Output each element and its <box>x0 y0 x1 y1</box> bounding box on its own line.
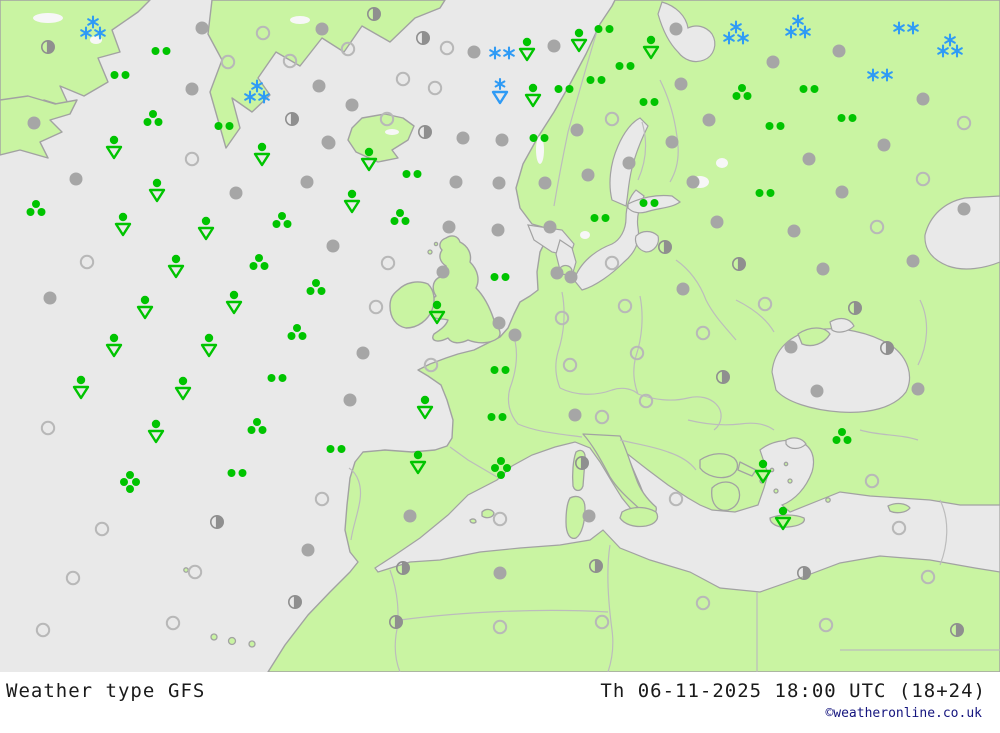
overcast-icon <box>491 223 505 237</box>
overcast-icon <box>877 138 891 152</box>
overcast-icon <box>581 168 595 182</box>
overcast-icon <box>766 55 780 69</box>
overcast-icon <box>543 220 557 234</box>
overcast-icon <box>300 175 314 189</box>
overcast-icon <box>906 254 920 268</box>
overcast-icon <box>957 202 971 216</box>
overcast-icon <box>835 185 849 199</box>
overcast-icon <box>69 172 83 186</box>
overcast-icon <box>493 566 507 580</box>
overcast-icon <box>356 346 370 360</box>
overcast-icon <box>832 44 846 58</box>
overcast-icon <box>312 79 326 93</box>
land-aegean-island <box>773 488 779 494</box>
overcast-icon <box>456 131 470 145</box>
land-hebrides <box>433 241 439 247</box>
overcast-icon <box>802 152 816 166</box>
land-canary-island <box>248 640 256 648</box>
caption-bar: Weather type GFS Th 06-11-2025 18:00 UTC… <box>0 672 1000 733</box>
datetime-label: Th 06-11-2025 18:00 UTC (18+24) <box>600 680 986 702</box>
land-cyprus <box>887 502 911 514</box>
land-canary-island <box>227 636 237 646</box>
land-ibiza <box>469 518 477 524</box>
sweden-lake-vanern <box>580 231 590 239</box>
product-label: Weather type <box>6 680 156 702</box>
land-aegean-island <box>783 461 789 467</box>
overcast-icon <box>195 21 209 35</box>
russia-lake-onega <box>716 158 728 168</box>
overcast-icon <box>229 186 243 200</box>
land-sicily <box>619 506 659 528</box>
overcast-icon <box>442 220 456 234</box>
overcast-icon <box>467 45 481 59</box>
overcast-icon <box>570 123 584 137</box>
map-area <box>0 0 1000 672</box>
svalbard-ice-patch <box>290 16 310 24</box>
land-mallorca <box>481 508 495 519</box>
iceland-glacier-patch <box>385 129 399 135</box>
copyright-link[interactable]: ©weatheronline.co.uk <box>825 706 982 721</box>
overcast-icon <box>674 77 688 91</box>
overcast-icon <box>564 270 578 284</box>
overcast-icon <box>27 116 41 130</box>
overcast-icon <box>185 82 199 96</box>
land-aegean-island <box>787 478 793 484</box>
land-madeira <box>183 567 189 573</box>
overcast-icon <box>550 266 564 280</box>
overcast-icon <box>710 215 724 229</box>
overcast-icon <box>669 22 683 36</box>
overcast-icon <box>538 176 552 190</box>
overcast-icon <box>315 22 329 36</box>
overcast-icon <box>702 113 716 127</box>
weather-map-page: Weather type GFS Th 06-11-2025 18:00 UTC… <box>0 0 1000 733</box>
overcast-icon <box>495 133 509 147</box>
overcast-icon <box>676 282 690 296</box>
overcast-icon <box>492 176 506 190</box>
overcast-icon <box>568 408 582 422</box>
land-rhodes <box>825 497 831 503</box>
overcast-icon <box>301 543 315 557</box>
overcast-icon <box>403 509 417 523</box>
overcast-icon <box>547 39 561 53</box>
europe-weather-map <box>0 0 1000 672</box>
overcast-icon <box>916 92 930 106</box>
overcast-icon <box>345 98 359 112</box>
land-hebrides <box>427 249 433 255</box>
overcast-icon <box>326 239 340 253</box>
overcast-icon <box>810 384 824 398</box>
overcast-icon <box>622 156 636 170</box>
overcast-icon <box>43 291 57 305</box>
overcast-icon <box>492 316 506 330</box>
land-peloponnese <box>711 481 741 511</box>
overcast-icon <box>582 509 596 523</box>
overcast-icon <box>816 262 830 276</box>
overcast-icon <box>686 175 700 189</box>
overcast-icon <box>449 175 463 189</box>
overcast-icon <box>436 265 450 279</box>
greenland-icecap-patch <box>33 13 63 23</box>
overcast-icon <box>508 328 522 342</box>
overcast-icon <box>665 135 679 149</box>
model-label: GFS <box>168 680 206 702</box>
overcast-icon <box>787 224 801 238</box>
land-canary-island <box>210 633 218 641</box>
overcast-icon <box>322 136 336 150</box>
overcast-icon <box>784 340 798 354</box>
overcast-icon <box>911 382 925 396</box>
overcast-icon <box>343 393 357 407</box>
